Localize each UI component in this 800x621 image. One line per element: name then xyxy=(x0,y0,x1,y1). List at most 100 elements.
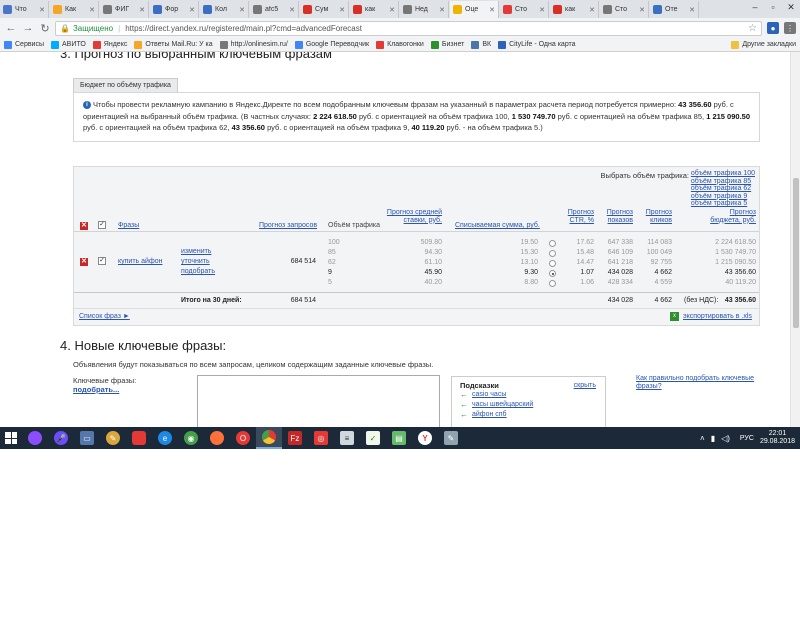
opera-icon[interactable]: O xyxy=(230,427,256,449)
bookmark-item[interactable]: Яндекс xyxy=(92,40,127,49)
back-icon[interactable]: ← xyxy=(4,21,18,35)
browser-tab[interactable]: Как ✕ xyxy=(50,1,99,18)
pick-phrase-link[interactable]: подобрать xyxy=(181,268,215,275)
tab-close-icon[interactable]: ✕ xyxy=(289,6,295,14)
document-icon[interactable]: ✓ xyxy=(360,427,386,449)
tab-close-icon[interactable]: ✕ xyxy=(89,6,95,14)
game-icon[interactable] xyxy=(126,427,152,449)
notepad-icon[interactable]: ≡ xyxy=(334,427,360,449)
browser-tab[interactable]: Сто ✕ xyxy=(600,1,649,18)
volume-link[interactable]: объём трафика 62 xyxy=(691,185,751,193)
volume-radio[interactable] xyxy=(549,240,556,247)
tab-close-icon[interactable]: ✕ xyxy=(189,6,195,14)
bookmark-star-icon[interactable]: ☆ xyxy=(748,23,757,34)
remove-all-icon[interactable]: ✕ xyxy=(80,222,88,230)
language-indicator[interactable]: РУС xyxy=(740,435,754,442)
volume-radio[interactable] xyxy=(549,270,556,277)
tab-budget-by-traffic[interactable]: Бюджет по объёму трафика xyxy=(73,78,178,92)
notes-icon[interactable]: ✎ xyxy=(438,427,464,449)
keywords-textarea[interactable] xyxy=(197,375,440,427)
remove-phrase-icon[interactable]: ✕ xyxy=(80,258,88,266)
close-icon[interactable]: ✕ xyxy=(782,0,800,14)
tab-close-icon[interactable]: ✕ xyxy=(339,6,345,14)
tab-close-icon[interactable]: ✕ xyxy=(39,6,45,14)
chrome-icon[interactable] xyxy=(256,427,282,449)
header-phrases[interactable]: Фразы xyxy=(118,222,139,229)
pick-keywords-link[interactable]: подобрать... xyxy=(73,385,136,394)
forward-icon[interactable]: → xyxy=(21,21,35,35)
filezilla-icon[interactable]: Fz xyxy=(282,427,308,449)
hint-item[interactable]: ← casio часы xyxy=(460,390,597,400)
clock[interactable]: 22:01 29.08.2018 xyxy=(760,430,795,446)
volume-link[interactable]: объём трафика 100 xyxy=(691,170,755,178)
page-scrollbar[interactable] xyxy=(790,52,800,427)
start-button[interactable] xyxy=(0,427,22,449)
refine-phrase-link[interactable]: уточнить xyxy=(181,258,210,265)
bookmark-item[interactable]: ВК xyxy=(471,40,491,49)
reload-icon[interactable]: ↻ xyxy=(38,21,52,35)
minimize-icon[interactable]: – xyxy=(746,0,764,14)
hide-hints-link[interactable]: скрыть xyxy=(574,382,596,389)
paint-icon[interactable]: ✎ xyxy=(100,427,126,449)
browser-tab[interactable]: Нед ✕ xyxy=(400,1,449,18)
tab-close-icon[interactable]: ✕ xyxy=(239,6,245,14)
earth-icon[interactable]: ◉ xyxy=(178,427,204,449)
volume-radio[interactable] xyxy=(549,260,556,267)
address-bar[interactable]: 🔒 Защищено | https://direct.yandex.ru/re… xyxy=(55,20,762,36)
bookmark-item[interactable]: Бизнет xyxy=(430,40,464,49)
edit-phrase-link[interactable]: изменить xyxy=(181,248,211,255)
browser-tab[interactable]: как ✕ xyxy=(350,1,399,18)
browser-tab[interactable]: Оте ✕ xyxy=(650,1,699,18)
header-clicks[interactable]: Прогноз кликов xyxy=(636,209,672,224)
tab-close-icon[interactable]: ✕ xyxy=(139,6,145,14)
bookmark-item[interactable]: Клавогонки xyxy=(376,40,424,49)
bookmark-item[interactable]: Сервисы xyxy=(4,40,44,49)
scroll-thumb[interactable] xyxy=(793,178,799,328)
bookmark-item[interactable]: Ответы Mail.Ru: У ка xyxy=(134,40,213,49)
tab-close-icon[interactable]: ✕ xyxy=(639,6,645,14)
tab-close-icon[interactable]: ✕ xyxy=(689,6,695,14)
alice-icon[interactable] xyxy=(22,427,48,449)
phrase-list-link[interactable]: Список фраз ► xyxy=(79,313,130,320)
browser-tab[interactable]: afc5 ✕ xyxy=(250,1,299,18)
browser-tab[interactable]: Оце ✕ xyxy=(450,1,499,18)
hint-item[interactable]: ← часы швейцарский xyxy=(460,400,597,410)
browser-tab[interactable]: Фор ✕ xyxy=(150,1,199,18)
chevron-up-icon[interactable]: ˄ xyxy=(700,434,705,443)
browser-tab[interactable]: Сто ✕ xyxy=(500,1,549,18)
header-avg-bid[interactable]: Прогноз средней ставки, руб. xyxy=(382,209,442,224)
bookmark-item[interactable]: http://onlinesim.ru/ xyxy=(219,40,288,49)
bookmark-item[interactable]: Google Переводчик xyxy=(294,40,369,49)
phrase-text[interactable]: купить айфон xyxy=(118,258,162,265)
tab-close-icon[interactable]: ✕ xyxy=(439,6,445,14)
header-shows[interactable]: Прогноз показов xyxy=(597,209,633,224)
volume-icon[interactable]: ◁) xyxy=(721,434,730,443)
yandex-browser-icon[interactable]: Y xyxy=(412,427,438,449)
tab-close-icon[interactable]: ✕ xyxy=(589,6,595,14)
microphone-icon[interactable]: 🎤 xyxy=(48,427,74,449)
header-ctr[interactable]: Прогноз CTR, % xyxy=(554,209,594,224)
browser-tab[interactable]: как ✕ xyxy=(550,1,599,18)
ie-icon[interactable]: e xyxy=(152,427,178,449)
browser-tab[interactable]: Что ✕ xyxy=(0,1,49,18)
computer-icon[interactable]: ▭ xyxy=(74,427,100,449)
tab-close-icon[interactable]: ✕ xyxy=(539,6,545,14)
bookmark-item[interactable]: АВИТО xyxy=(51,40,86,49)
tab-close-icon[interactable]: ✕ xyxy=(489,6,495,14)
extension-icon[interactable]: ● xyxy=(767,22,779,34)
image-viewer-icon[interactable]: ▤ xyxy=(386,427,412,449)
menu-icon[interactable]: ⋮ xyxy=(784,22,796,34)
header-spend[interactable]: Списываемая сумма, руб. xyxy=(455,222,540,229)
tab-close-icon[interactable]: ✕ xyxy=(389,6,395,14)
camera-icon[interactable]: ◎ xyxy=(308,427,334,449)
other-bookmarks[interactable]: Другие закладки xyxy=(731,40,796,49)
network-icon[interactable]: ▮ xyxy=(711,434,715,443)
volume-radio[interactable] xyxy=(549,280,556,287)
browser-tab[interactable]: Кол ✕ xyxy=(200,1,249,18)
bookmark-item[interactable]: CityLife - Одна карта xyxy=(498,40,576,49)
header-budget[interactable]: Прогноз бюджета, руб. xyxy=(684,209,756,224)
volume-radio[interactable] xyxy=(549,250,556,257)
firefox-icon[interactable] xyxy=(204,427,230,449)
maximize-icon[interactable]: ▫ xyxy=(764,0,782,14)
header-queries[interactable]: Прогноз запросов xyxy=(259,222,317,229)
